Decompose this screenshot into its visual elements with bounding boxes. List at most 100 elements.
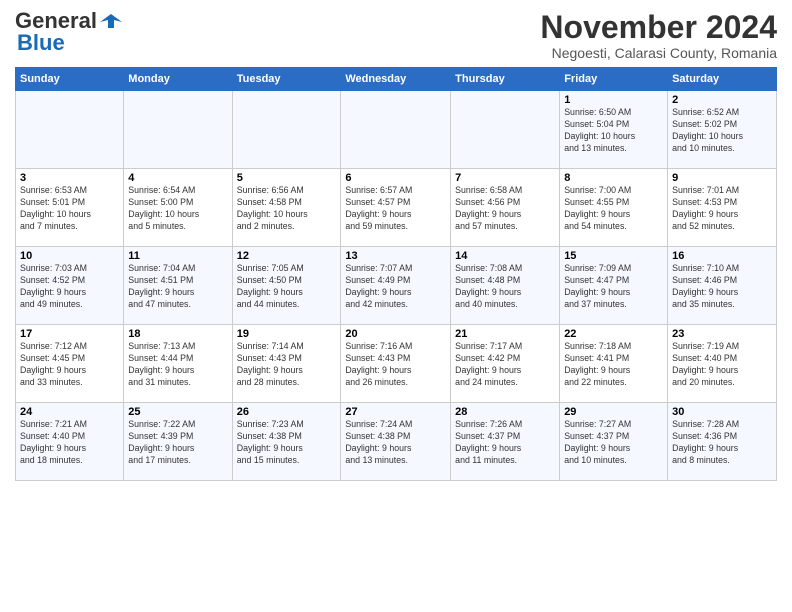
calendar-cell: 8Sunrise: 7:00 AM Sunset: 4:55 PM Daylig…	[560, 169, 668, 247]
day-number: 11	[128, 250, 227, 262]
calendar-cell	[16, 91, 124, 169]
calendar-cell	[451, 91, 560, 169]
day-info: Sunrise: 7:17 AM Sunset: 4:42 PM Dayligh…	[455, 341, 555, 389]
calendar-cell: 22Sunrise: 7:18 AM Sunset: 4:41 PM Dayli…	[560, 325, 668, 403]
day-number: 16	[672, 250, 772, 262]
weekday-header-row: SundayMondayTuesdayWednesdayThursdayFrid…	[16, 68, 777, 91]
day-info: Sunrise: 7:01 AM Sunset: 4:53 PM Dayligh…	[672, 185, 772, 233]
calendar-cell: 23Sunrise: 7:19 AM Sunset: 4:40 PM Dayli…	[668, 325, 777, 403]
calendar-cell: 16Sunrise: 7:10 AM Sunset: 4:46 PM Dayli…	[668, 247, 777, 325]
day-number: 27	[345, 406, 446, 418]
day-number: 21	[455, 328, 555, 340]
calendar-table: SundayMondayTuesdayWednesdayThursdayFrid…	[15, 67, 777, 481]
calendar-cell: 13Sunrise: 7:07 AM Sunset: 4:49 PM Dayli…	[341, 247, 451, 325]
day-number: 28	[455, 406, 555, 418]
location-subtitle: Negoesti, Calarasi County, Romania	[540, 45, 777, 61]
day-info: Sunrise: 7:00 AM Sunset: 4:55 PM Dayligh…	[564, 185, 663, 233]
day-info: Sunrise: 7:04 AM Sunset: 4:51 PM Dayligh…	[128, 263, 227, 311]
calendar-cell: 5Sunrise: 6:56 AM Sunset: 4:58 PM Daylig…	[232, 169, 341, 247]
day-info: Sunrise: 7:13 AM Sunset: 4:44 PM Dayligh…	[128, 341, 227, 389]
day-number: 4	[128, 172, 227, 184]
day-number: 17	[20, 328, 119, 340]
calendar-cell: 21Sunrise: 7:17 AM Sunset: 4:42 PM Dayli…	[451, 325, 560, 403]
calendar-cell: 27Sunrise: 7:24 AM Sunset: 4:38 PM Dayli…	[341, 403, 451, 481]
day-info: Sunrise: 7:03 AM Sunset: 4:52 PM Dayligh…	[20, 263, 119, 311]
day-info: Sunrise: 7:16 AM Sunset: 4:43 PM Dayligh…	[345, 341, 446, 389]
day-info: Sunrise: 7:18 AM Sunset: 4:41 PM Dayligh…	[564, 341, 663, 389]
logo-bird-icon	[100, 12, 122, 30]
calendar-cell: 15Sunrise: 7:09 AM Sunset: 4:47 PM Dayli…	[560, 247, 668, 325]
day-info: Sunrise: 7:21 AM Sunset: 4:40 PM Dayligh…	[20, 419, 119, 467]
weekday-header-monday: Monday	[124, 68, 232, 91]
day-number: 1	[564, 94, 663, 106]
day-number: 15	[564, 250, 663, 262]
calendar-cell: 24Sunrise: 7:21 AM Sunset: 4:40 PM Dayli…	[16, 403, 124, 481]
header-area: General Blue November 2024 Negoesti, Cal…	[15, 10, 777, 61]
calendar-cell: 19Sunrise: 7:14 AM Sunset: 4:43 PM Dayli…	[232, 325, 341, 403]
day-number: 18	[128, 328, 227, 340]
calendar-cell	[341, 91, 451, 169]
calendar-cell: 6Sunrise: 6:57 AM Sunset: 4:57 PM Daylig…	[341, 169, 451, 247]
day-info: Sunrise: 7:07 AM Sunset: 4:49 PM Dayligh…	[345, 263, 446, 311]
day-number: 8	[564, 172, 663, 184]
calendar-cell: 14Sunrise: 7:08 AM Sunset: 4:48 PM Dayli…	[451, 247, 560, 325]
month-title: November 2024	[540, 10, 777, 45]
day-number: 14	[455, 250, 555, 262]
calendar-cell: 1Sunrise: 6:50 AM Sunset: 5:04 PM Daylig…	[560, 91, 668, 169]
calendar-cell: 17Sunrise: 7:12 AM Sunset: 4:45 PM Dayli…	[16, 325, 124, 403]
calendar-cell: 12Sunrise: 7:05 AM Sunset: 4:50 PM Dayli…	[232, 247, 341, 325]
calendar-cell	[124, 91, 232, 169]
title-area: November 2024 Negoesti, Calarasi County,…	[540, 10, 777, 61]
day-info: Sunrise: 7:19 AM Sunset: 4:40 PM Dayligh…	[672, 341, 772, 389]
day-number: 12	[237, 250, 337, 262]
calendar-cell: 30Sunrise: 7:28 AM Sunset: 4:36 PM Dayli…	[668, 403, 777, 481]
day-number: 13	[345, 250, 446, 262]
calendar-cell: 7Sunrise: 6:58 AM Sunset: 4:56 PM Daylig…	[451, 169, 560, 247]
day-number: 24	[20, 406, 119, 418]
day-number: 5	[237, 172, 337, 184]
calendar-cell: 4Sunrise: 6:54 AM Sunset: 5:00 PM Daylig…	[124, 169, 232, 247]
day-info: Sunrise: 7:26 AM Sunset: 4:37 PM Dayligh…	[455, 419, 555, 467]
calendar-cell: 28Sunrise: 7:26 AM Sunset: 4:37 PM Dayli…	[451, 403, 560, 481]
calendar-cell: 3Sunrise: 6:53 AM Sunset: 5:01 PM Daylig…	[16, 169, 124, 247]
day-info: Sunrise: 6:56 AM Sunset: 4:58 PM Dayligh…	[237, 185, 337, 233]
day-number: 22	[564, 328, 663, 340]
day-info: Sunrise: 6:57 AM Sunset: 4:57 PM Dayligh…	[345, 185, 446, 233]
calendar-cell: 20Sunrise: 7:16 AM Sunset: 4:43 PM Dayli…	[341, 325, 451, 403]
day-info: Sunrise: 6:53 AM Sunset: 5:01 PM Dayligh…	[20, 185, 119, 233]
day-info: Sunrise: 7:27 AM Sunset: 4:37 PM Dayligh…	[564, 419, 663, 467]
day-number: 6	[345, 172, 446, 184]
day-info: Sunrise: 7:10 AM Sunset: 4:46 PM Dayligh…	[672, 263, 772, 311]
day-info: Sunrise: 7:28 AM Sunset: 4:36 PM Dayligh…	[672, 419, 772, 467]
day-number: 19	[237, 328, 337, 340]
day-info: Sunrise: 7:22 AM Sunset: 4:39 PM Dayligh…	[128, 419, 227, 467]
calendar-week-row: 17Sunrise: 7:12 AM Sunset: 4:45 PM Dayli…	[16, 325, 777, 403]
day-number: 3	[20, 172, 119, 184]
day-info: Sunrise: 7:05 AM Sunset: 4:50 PM Dayligh…	[237, 263, 337, 311]
weekday-header-thursday: Thursday	[451, 68, 560, 91]
day-info: Sunrise: 6:52 AM Sunset: 5:02 PM Dayligh…	[672, 107, 772, 155]
day-info: Sunrise: 7:08 AM Sunset: 4:48 PM Dayligh…	[455, 263, 555, 311]
calendar-week-row: 24Sunrise: 7:21 AM Sunset: 4:40 PM Dayli…	[16, 403, 777, 481]
calendar-cell: 9Sunrise: 7:01 AM Sunset: 4:53 PM Daylig…	[668, 169, 777, 247]
logo-blue-text: Blue	[17, 32, 65, 54]
day-number: 23	[672, 328, 772, 340]
day-info: Sunrise: 6:54 AM Sunset: 5:00 PM Dayligh…	[128, 185, 227, 233]
logo-general-text: General	[15, 10, 97, 32]
calendar-cell: 18Sunrise: 7:13 AM Sunset: 4:44 PM Dayli…	[124, 325, 232, 403]
day-info: Sunrise: 6:58 AM Sunset: 4:56 PM Dayligh…	[455, 185, 555, 233]
day-number: 10	[20, 250, 119, 262]
calendar-week-row: 3Sunrise: 6:53 AM Sunset: 5:01 PM Daylig…	[16, 169, 777, 247]
calendar-week-row: 1Sunrise: 6:50 AM Sunset: 5:04 PM Daylig…	[16, 91, 777, 169]
day-info: Sunrise: 7:24 AM Sunset: 4:38 PM Dayligh…	[345, 419, 446, 467]
day-number: 29	[564, 406, 663, 418]
calendar-cell: 26Sunrise: 7:23 AM Sunset: 4:38 PM Dayli…	[232, 403, 341, 481]
day-number: 26	[237, 406, 337, 418]
calendar-cell: 25Sunrise: 7:22 AM Sunset: 4:39 PM Dayli…	[124, 403, 232, 481]
day-number: 9	[672, 172, 772, 184]
weekday-header-saturday: Saturday	[668, 68, 777, 91]
day-info: Sunrise: 7:23 AM Sunset: 4:38 PM Dayligh…	[237, 419, 337, 467]
day-info: Sunrise: 7:09 AM Sunset: 4:47 PM Dayligh…	[564, 263, 663, 311]
calendar-cell	[232, 91, 341, 169]
day-info: Sunrise: 7:12 AM Sunset: 4:45 PM Dayligh…	[20, 341, 119, 389]
